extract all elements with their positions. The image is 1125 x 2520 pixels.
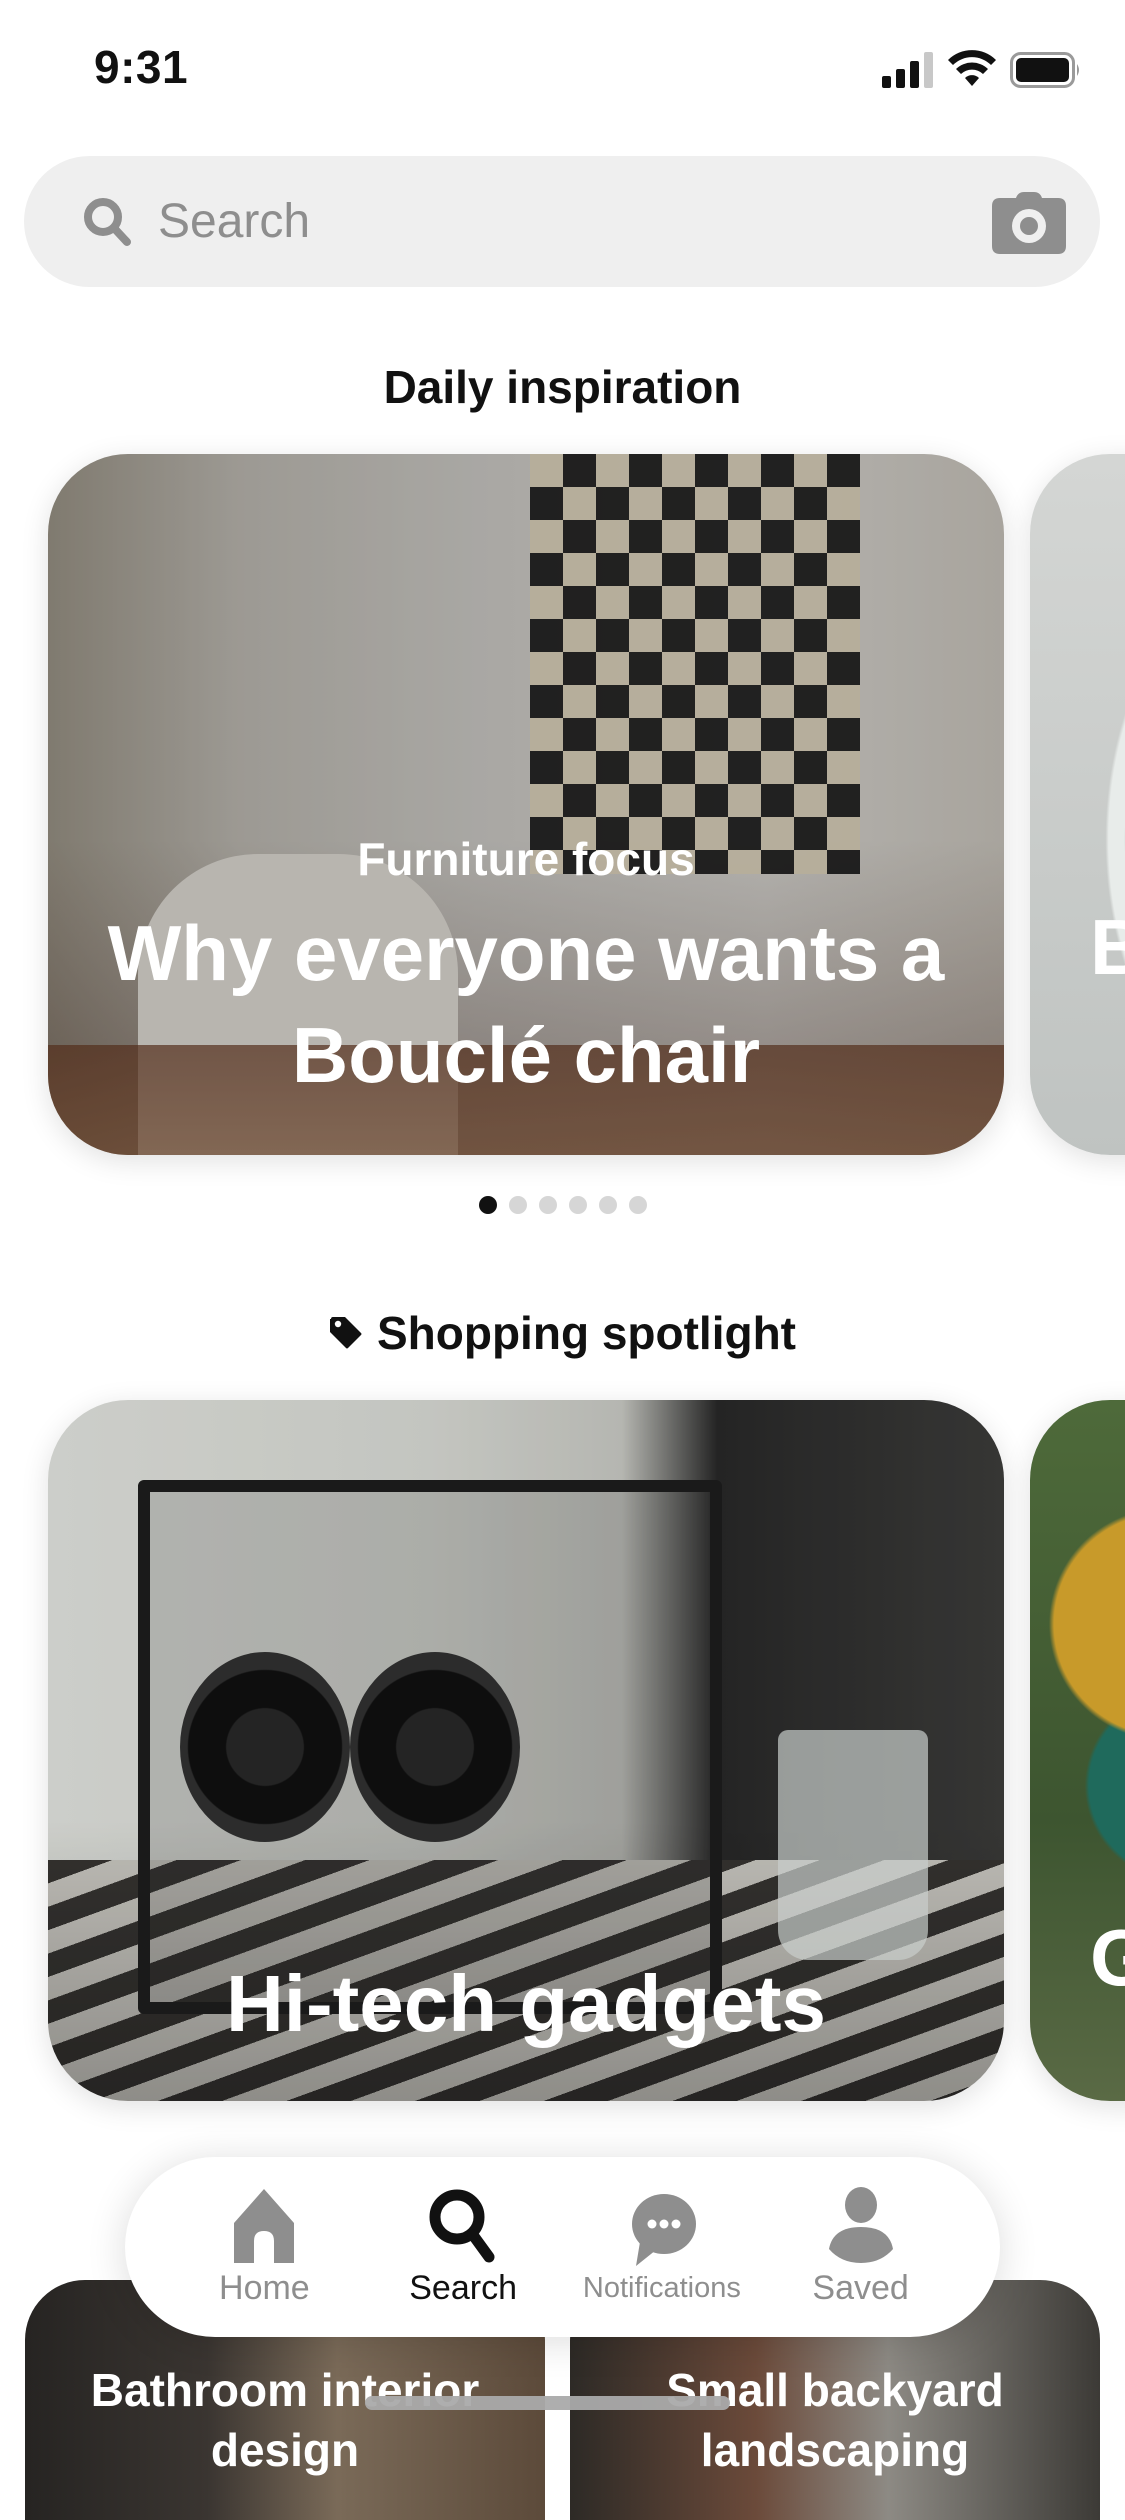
search-icon — [84, 197, 131, 246]
nav-label: Saved — [812, 2268, 909, 2307]
wifi-icon — [948, 50, 996, 86]
person-icon — [828, 2186, 893, 2263]
search-input[interactable] — [156, 180, 1100, 263]
camera-icon[interactable] — [992, 192, 1066, 254]
pagination-dot[interactable] — [568, 1196, 587, 1214]
pagination-dot[interactable] — [538, 1196, 557, 1214]
inspiration-card[interactable]: Furniture focus Why everyone wants a Bou… — [48, 454, 1004, 1155]
nav-label: Home — [219, 2268, 310, 2307]
nav-item-notifications[interactable]: Notifications — [567, 2190, 757, 2305]
pagination-dot[interactable] — [598, 1196, 617, 1214]
tag-icon — [329, 1317, 362, 1349]
nav-item-saved[interactable]: Saved — [766, 2186, 956, 2308]
section-heading-daily-inspiration: Daily inspiration — [383, 361, 742, 413]
home-indicator[interactable] — [365, 2396, 730, 2410]
pagination-dot[interactable] — [508, 1196, 527, 1214]
card-title: B — [1090, 903, 1125, 991]
pagination-dot[interactable] — [478, 1196, 497, 1214]
cellular-signal-icon — [882, 52, 933, 88]
nav-item-home[interactable]: Home — [169, 2187, 359, 2308]
card-title: Hi-tech gadgets — [225, 1959, 827, 2048]
card-title: Why everyone wants a Bouclé chair — [107, 909, 945, 1099]
section-heading-shopping-spotlight: Shopping spotlight — [0, 1306, 1125, 1360]
carousel-pagination — [0, 1196, 1125, 1214]
card-title: G — [1090, 1913, 1125, 2002]
battery-icon — [1010, 52, 1079, 88]
search-icon — [429, 2189, 495, 2262]
pagination-dot[interactable] — [628, 1196, 647, 1214]
tile-title: Bathroom interior design — [90, 2364, 480, 2476]
shopping-card-next[interactable]: G — [1030, 1400, 1125, 2101]
chat-bubble-icon — [631, 2193, 696, 2266]
nav-item-search[interactable]: Search — [368, 2187, 558, 2308]
inspiration-card-next[interactable]: B — [1030, 454, 1125, 1155]
nav-label: Notifications — [582, 2271, 741, 2304]
tile-title: Small backyard landscaping — [666, 2364, 1004, 2476]
bottom-nav: Home Search Notifications Saved — [125, 2157, 1000, 2337]
card-subtitle: Furniture focus — [357, 833, 695, 885]
nav-label: Search — [409, 2268, 517, 2307]
search-bar[interactable] — [24, 156, 1100, 287]
status-time: 9:31 — [94, 41, 189, 93]
home-icon — [234, 2188, 295, 2263]
section-heading-text: Shopping spotlight — [376, 1307, 796, 1359]
